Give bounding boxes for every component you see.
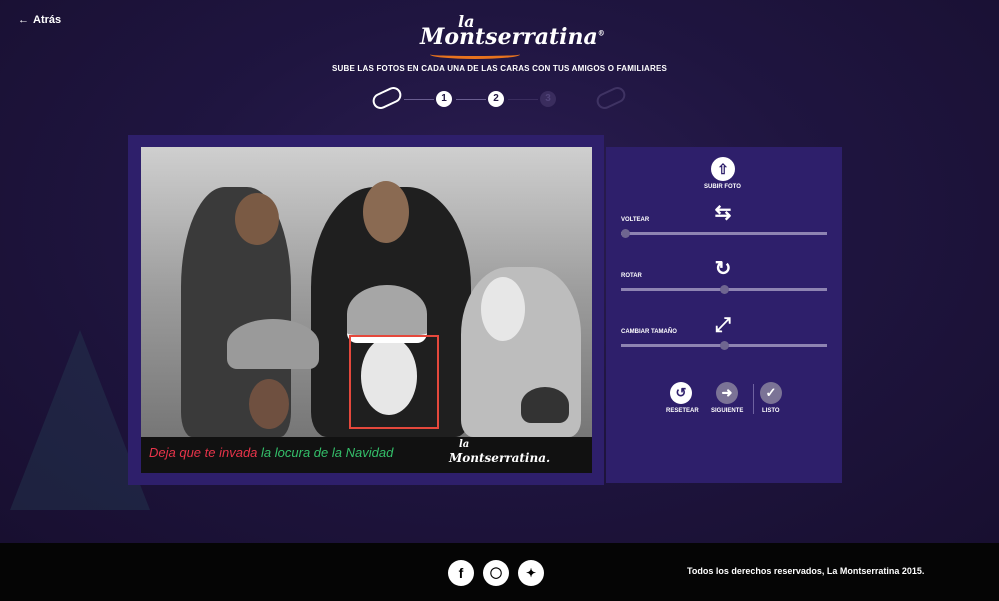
step-1: 1 (436, 91, 452, 107)
step-3: 3 (540, 91, 556, 107)
rotate-slider[interactable] (621, 285, 827, 294)
slider-knob[interactable] (719, 341, 729, 350)
slider-knob[interactable] (621, 229, 630, 238)
done-button[interactable]: LISTO (762, 408, 780, 414)
photo-canvas[interactable]: Deja que te invada la locura de la Navid… (141, 147, 592, 473)
canvas-banner: Deja que te invada la locura de la Navid… (141, 437, 592, 473)
face-selection-box[interactable] (349, 335, 439, 429)
reset-button[interactable]: RESETEAR (666, 408, 699, 414)
slider-knob[interactable] (719, 285, 729, 294)
step-connector (508, 99, 538, 100)
logo-name: Montserratina® (420, 24, 605, 50)
step-connector (456, 99, 486, 100)
footer: f ◯ ✦ Todos los derechos reservados, La … (0, 543, 999, 601)
empty-face-slot[interactable] (481, 277, 525, 341)
sausage-icon (370, 84, 404, 112)
upload-icon[interactable]: ⇧ (711, 157, 735, 181)
face-photo[interactable] (249, 379, 289, 429)
copyright-text: Todos los derechos reservados, La Montse… (687, 566, 925, 576)
step-connector (404, 99, 434, 100)
facebook-icon[interactable]: f (448, 560, 474, 586)
resize-slider[interactable] (621, 341, 827, 350)
next-icon[interactable]: ➜ (716, 382, 738, 404)
divider (753, 384, 754, 414)
face-photo[interactable] (363, 181, 409, 243)
face-photo[interactable] (235, 193, 279, 245)
instagram-icon[interactable]: ◯ (483, 560, 509, 586)
step-2: 2 (488, 91, 504, 107)
resize-icon[interactable]: ⤢ (711, 313, 735, 337)
arrow-left-icon: ← (18, 14, 29, 26)
check-icon[interactable]: ✓ (760, 382, 782, 404)
upload-label[interactable]: SUBIR FOTO (704, 184, 741, 190)
santa-hat (227, 319, 319, 369)
logo-swoosh (430, 50, 520, 59)
resize-label: CAMBIAR TAMAÑO (621, 329, 677, 335)
flip-label: VOLTEAR (621, 217, 650, 223)
step-indicator: 1 2 3 (368, 84, 628, 114)
rotate-label: ROTAR (621, 273, 642, 279)
flip-icon[interactable]: ⇆ (711, 201, 735, 225)
back-label: Atrás (33, 14, 62, 26)
twitter-icon[interactable]: ✦ (518, 560, 544, 586)
sausage-icon (594, 84, 628, 112)
flip-slider[interactable] (621, 229, 827, 238)
page-subtitle: SUBE LAS FOTOS EN CADA UNA DE LAS CARAS … (331, 64, 668, 73)
banner-text: Deja que te invada la locura de la Navid… (149, 445, 394, 460)
back-button[interactable]: ← Atrás (18, 14, 61, 26)
brand-logo: la Montserratina® (420, 10, 605, 60)
next-button[interactable]: SIGUIENTE (711, 408, 743, 414)
edit-panel: ⇧ SUBIR FOTO VOLTEAR ⇆ ROTAR ↻ CAMBIAR T… (606, 147, 842, 483)
grill-icon (521, 387, 569, 423)
rotate-icon[interactable]: ↻ (711, 257, 735, 281)
reset-icon[interactable]: ↺ (670, 382, 692, 404)
